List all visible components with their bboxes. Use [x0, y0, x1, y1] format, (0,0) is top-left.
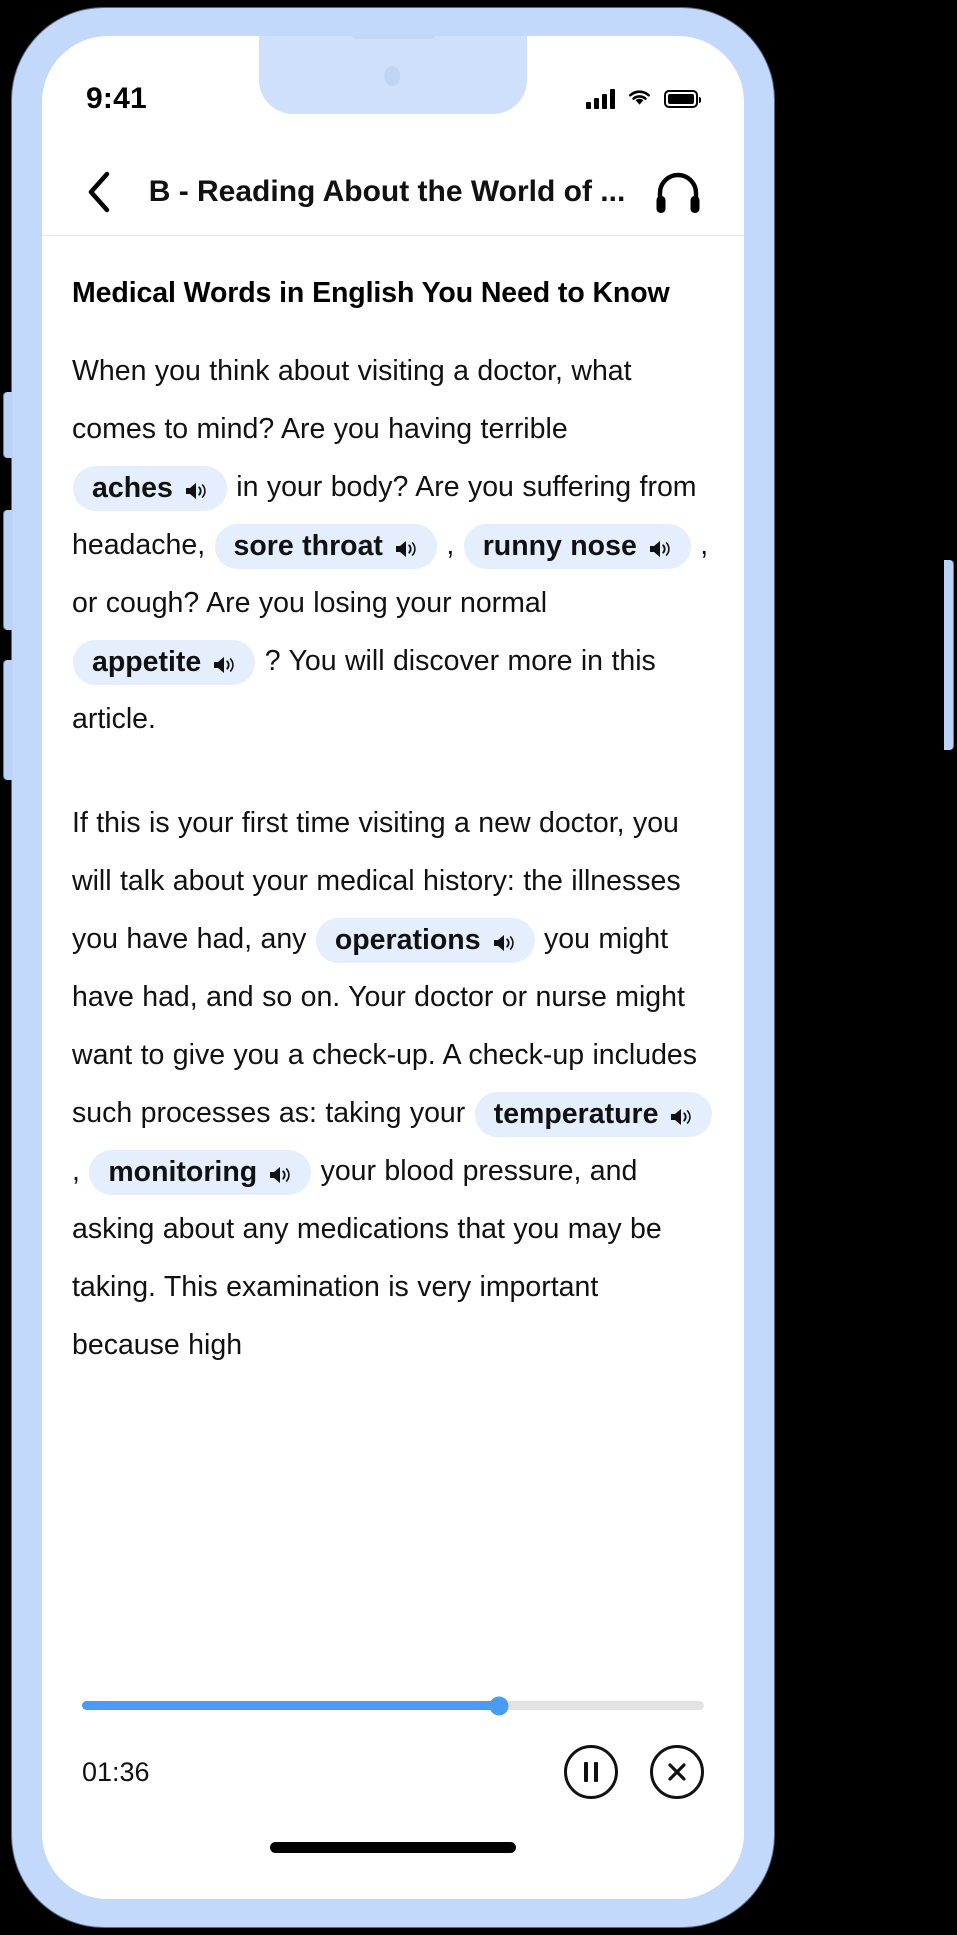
- speaker-icon: [184, 478, 208, 500]
- cellular-signal-icon: [586, 89, 615, 109]
- phone-power-button[interactable]: [944, 560, 953, 750]
- vocabulary-chip[interactable]: monitoring: [89, 1149, 312, 1196]
- phone-screen: 9:41 B - Reading About the World of ... …: [42, 36, 744, 1899]
- speaker-icon: [268, 1162, 292, 1184]
- back-button[interactable]: [76, 169, 122, 215]
- speaker-icon: [648, 536, 672, 558]
- vocabulary-chip[interactable]: operations: [315, 917, 535, 964]
- chevron-left-icon: [88, 171, 110, 212]
- audio-player-bar: 01:36: [42, 1689, 744, 1899]
- vocabulary-chip[interactable]: sore throat: [214, 523, 437, 570]
- vocabulary-chip-label: aches: [92, 471, 173, 504]
- paragraph-text: When you think about visiting a doctor, …: [72, 355, 632, 446]
- player-controls-row: 01:36: [82, 1745, 704, 1799]
- phone-volume-up-button[interactable]: [4, 510, 13, 630]
- speaker-icon: [394, 536, 418, 558]
- vocabulary-chip-label: monitoring: [108, 1155, 258, 1188]
- vocabulary-chip[interactable]: appetite: [73, 639, 256, 686]
- headphones-icon: [656, 172, 700, 213]
- audio-progress-knob[interactable]: [489, 1696, 509, 1715]
- vocabulary-chip[interactable]: temperature: [474, 1091, 713, 1138]
- status-bar: 9:41: [42, 36, 744, 148]
- pause-icon: [584, 1762, 598, 1782]
- vocabulary-chip-label: sore throat: [233, 529, 383, 562]
- status-bar-time: 9:41: [86, 82, 147, 115]
- navigation-bar: B - Reading About the World of ...: [42, 148, 744, 236]
- audio-elapsed-time: 01:36: [82, 1756, 150, 1787]
- audio-progress-fill: [82, 1701, 499, 1710]
- article-paragraph: When you think about visiting a doctor, …: [72, 342, 714, 748]
- vocabulary-chip[interactable]: aches: [73, 465, 227, 512]
- phone-volume-down-button[interactable]: [4, 660, 13, 780]
- article-content[interactable]: Medical Words in English You Need to Kno…: [42, 237, 744, 1689]
- wifi-icon: [626, 87, 653, 112]
- speaker-icon: [212, 652, 236, 674]
- vocabulary-chip-label: appetite: [92, 645, 202, 678]
- audio-headphones-button[interactable]: [652, 169, 704, 215]
- close-icon: [668, 1763, 686, 1781]
- article-paragraph: If this is your first time visiting a ne…: [72, 794, 714, 1374]
- vocabulary-chip-label: runny nose: [482, 529, 637, 562]
- vocabulary-chip[interactable]: runny nose: [463, 523, 691, 570]
- battery-full-icon: [664, 90, 701, 108]
- audio-progress-slider[interactable]: [82, 1696, 704, 1715]
- home-indicator[interactable]: [270, 1842, 516, 1853]
- article-title: Medical Words in English You Need to Kno…: [72, 277, 670, 309]
- status-bar-icons: [586, 87, 701, 112]
- player-buttons: [564, 1745, 704, 1799]
- phone-silent-switch[interactable]: [4, 392, 13, 458]
- vocabulary-chip-label: operations: [334, 923, 481, 956]
- speaker-icon: [669, 1104, 693, 1126]
- close-player-button[interactable]: [650, 1745, 704, 1799]
- pause-button[interactable]: [564, 1745, 618, 1799]
- screenshot-stage: 9:41 B - Reading About the World of ... …: [0, 0, 957, 1935]
- vocabulary-chip-label: temperature: [493, 1097, 659, 1130]
- speaker-icon: [492, 930, 516, 952]
- paragraph-text: ,: [437, 529, 463, 562]
- page-title: B - Reading About the World of ...: [148, 174, 626, 208]
- paragraph-text: ,: [72, 1155, 89, 1188]
